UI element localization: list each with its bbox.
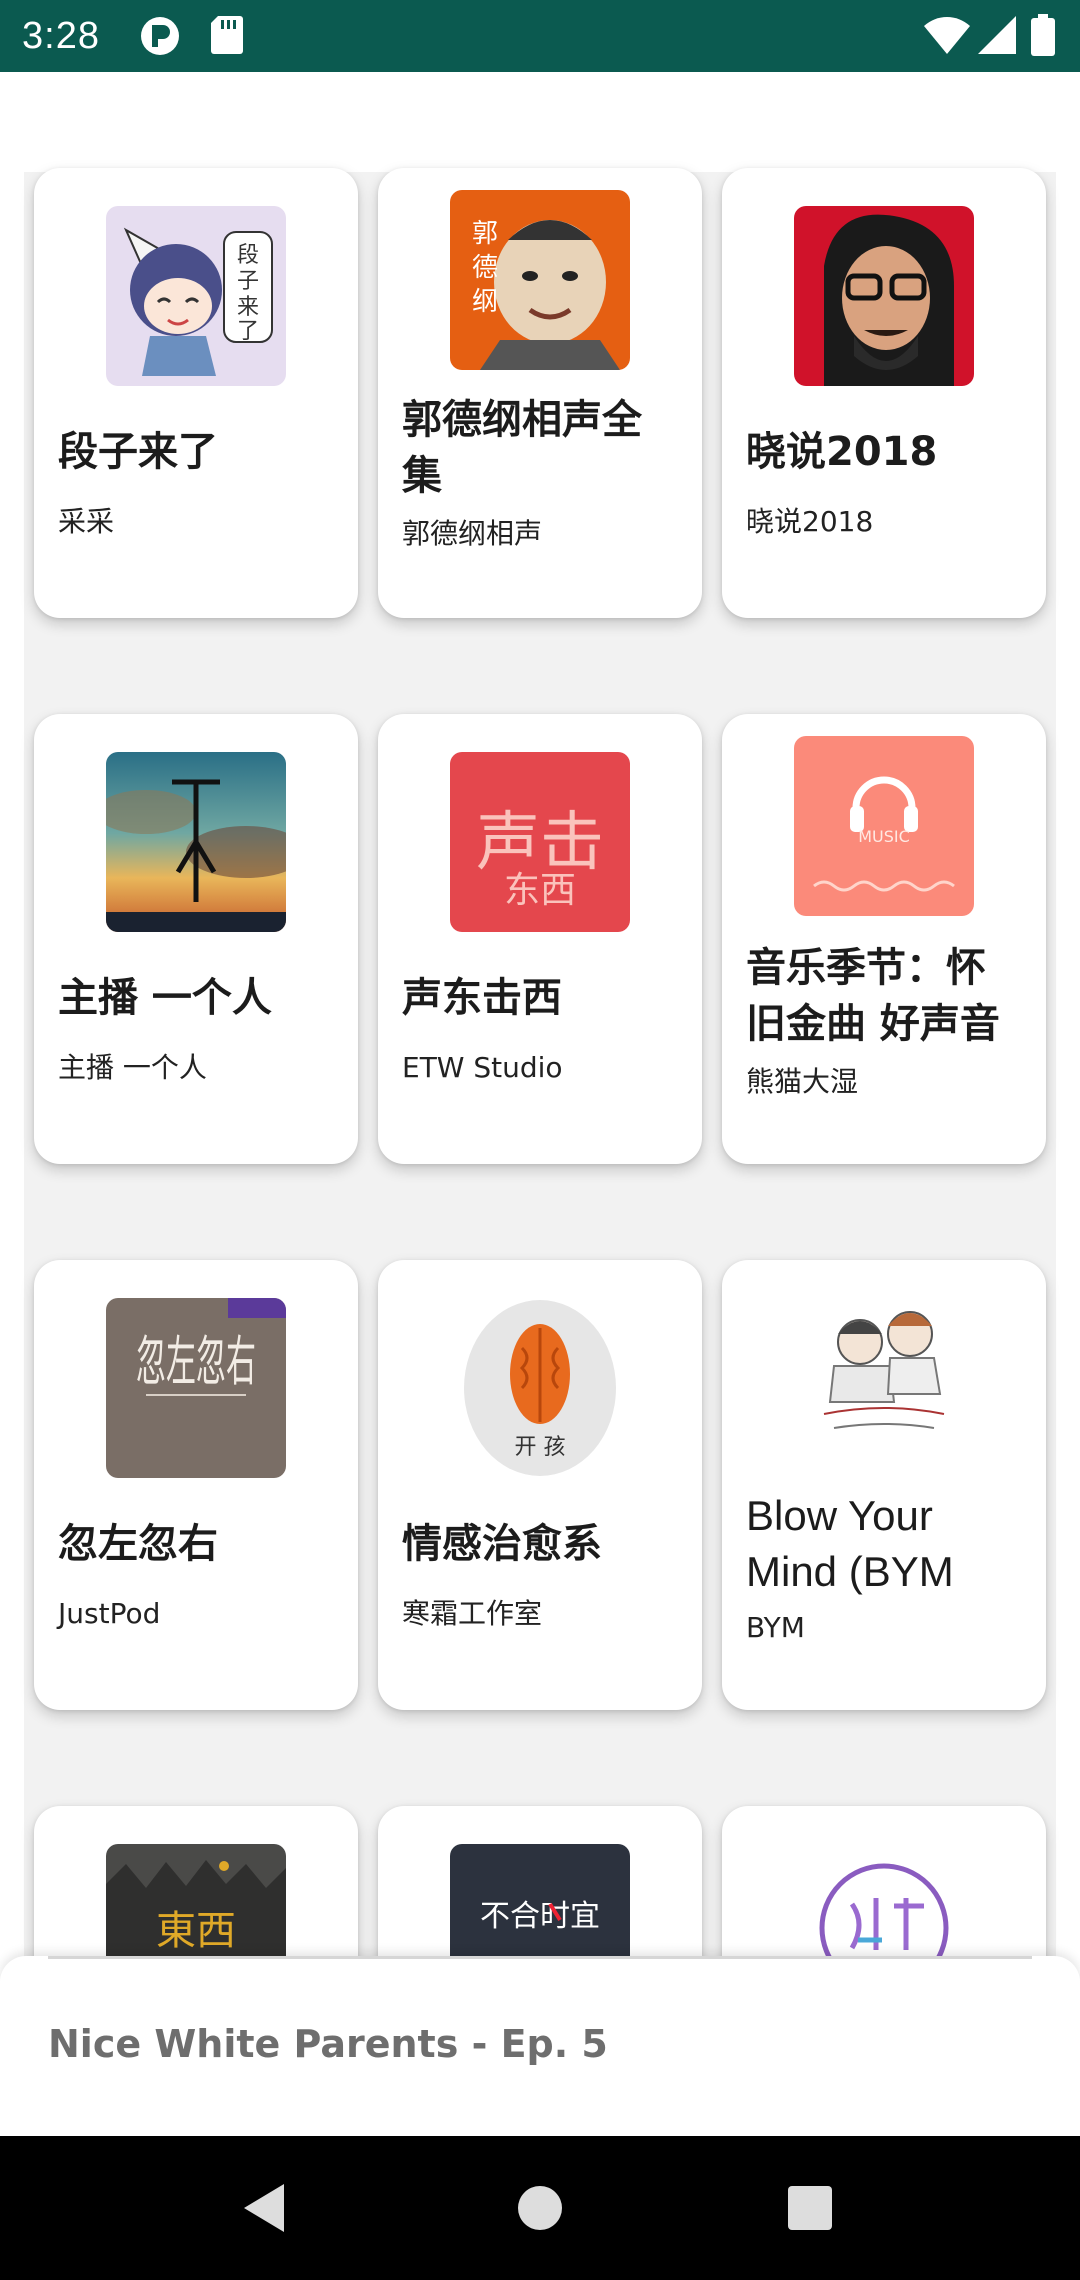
svg-text:德: 德 xyxy=(472,253,498,283)
dark-text-cover: 不合时宜 xyxy=(450,1844,630,1958)
podcast-author: 熊猫大湿 xyxy=(746,1065,859,1098)
svg-text:纲: 纲 xyxy=(472,287,498,317)
podcast-card[interactable]: 开 孩 情感治愈系 寒霜工作室 xyxy=(378,1260,702,1710)
podcast-card[interactable]: 郭 德 纲 郭德纲相声全集 郭德纲相声 xyxy=(378,168,702,618)
cover-text: 不合时宜 xyxy=(480,1899,600,1934)
podcast-card[interactable]: 主播 一个人 主播 一个人 xyxy=(34,714,358,1164)
svg-text:来: 来 xyxy=(237,295,259,320)
podcast-title: 音乐季节：怀旧金曲 好声音 xyxy=(746,945,1000,1047)
walnut-cover: 开 孩 xyxy=(450,1298,630,1478)
cartoon-girl-cover: 段 子 来 了 xyxy=(106,206,286,386)
portrait-cover xyxy=(794,206,974,386)
podcast-card[interactable]: 晓说2018 晓说2018 xyxy=(722,168,1046,618)
red-calligraphy-cover: 声击 东西 xyxy=(450,752,630,932)
podcast-author: ETW Studio xyxy=(402,1051,563,1084)
podcast-author: JustPod xyxy=(58,1597,161,1630)
svg-text:郭: 郭 xyxy=(472,219,498,249)
svg-text:东西: 东西 xyxy=(504,870,576,911)
svg-text:了: 了 xyxy=(237,319,259,344)
podcast-card[interactable]: MUSIC 音乐季节：怀旧金曲 好声音 熊猫大湿 xyxy=(722,714,1046,1164)
sky-silhouette-cover xyxy=(106,752,286,932)
podcast-card[interactable]: 忽左忽右 忽左忽右 JustPod xyxy=(34,1260,358,1710)
grey-calligraphy-cover: 忽左忽右 xyxy=(106,1298,286,1478)
podcast-title: 段子来了 xyxy=(58,429,218,475)
status-bar: 3:28 xyxy=(0,0,1080,72)
podcast-card[interactable]: Blow Your Mind (BYM BYM xyxy=(722,1260,1046,1710)
sd-card-icon xyxy=(211,16,243,54)
podcast-card[interactable]: 東西 xyxy=(34,1806,358,1958)
cover-text: MUSIC xyxy=(858,827,910,846)
status-time: 3:28 xyxy=(22,15,100,57)
svg-text:段: 段 xyxy=(237,243,259,268)
podcast-author: 主播 一个人 xyxy=(58,1051,207,1084)
podcast-card[interactable]: 声击 东西 声东击西 ETW Studio xyxy=(378,714,702,1164)
back-icon[interactable] xyxy=(236,2178,296,2238)
podcast-title: Blow Your Mind (BYM xyxy=(746,1492,954,1595)
mini-player[interactable]: Nice White Parents - Ep. 5 xyxy=(0,1956,1080,2136)
cover-text: 東西 xyxy=(156,1908,236,1954)
headphones-cover: MUSIC xyxy=(794,736,974,916)
podcast-title: 声东击西 xyxy=(402,975,562,1021)
system-nav-bar xyxy=(0,2136,1080,2280)
recents-icon[interactable] xyxy=(780,2178,840,2238)
svg-text:声击: 声击 xyxy=(476,806,604,880)
podcast-card[interactable] xyxy=(722,1806,1046,1958)
home-icon[interactable] xyxy=(510,2178,570,2238)
podcast-grid: 段 子 来 了 段子来了 采采 郭 德 纲 郭德纲相声全集 郭德纲相声 晓说20… xyxy=(0,72,1080,1958)
purple-ring-cover xyxy=(794,1844,974,1958)
podcast-card[interactable]: 段 子 来 了 段子来了 采采 xyxy=(34,168,358,618)
battery-icon xyxy=(1031,14,1055,56)
podcast-app-icon xyxy=(141,17,179,55)
podcast-card[interactable]: 不合时宜 xyxy=(378,1806,702,1958)
cell-signal-icon xyxy=(978,16,1016,54)
now-playing-title[interactable]: Nice White Parents - Ep. 5 xyxy=(48,2022,608,2066)
podcast-author: BYM xyxy=(746,1611,805,1644)
podcast-title: 郭德纲相声全集 xyxy=(402,397,642,499)
dark-forest-cover: 東西 xyxy=(106,1844,286,1958)
podcast-title: 主播 一个人 xyxy=(58,975,272,1021)
svg-text:子: 子 xyxy=(237,269,259,294)
cover-text: 忽左忽右 xyxy=(136,1330,256,1393)
podcast-title: 忽左忽右 xyxy=(58,1521,218,1567)
mini-player-divider xyxy=(48,1956,1032,1959)
podcast-author: 采采 xyxy=(58,505,115,538)
caricature-cover: 郭 德 纲 xyxy=(450,190,630,370)
wifi-icon xyxy=(924,17,970,54)
cover-text: 开 孩 xyxy=(515,1435,566,1460)
podcast-author: 寒霜工作室 xyxy=(402,1597,543,1630)
sketch-people-cover xyxy=(794,1282,974,1462)
podcast-author: 晓说2018 xyxy=(746,505,874,538)
podcast-author: 郭德纲相声 xyxy=(402,517,543,550)
podcast-title: 情感治愈系 xyxy=(402,1521,602,1567)
podcast-title: 晓说2018 xyxy=(746,429,938,475)
